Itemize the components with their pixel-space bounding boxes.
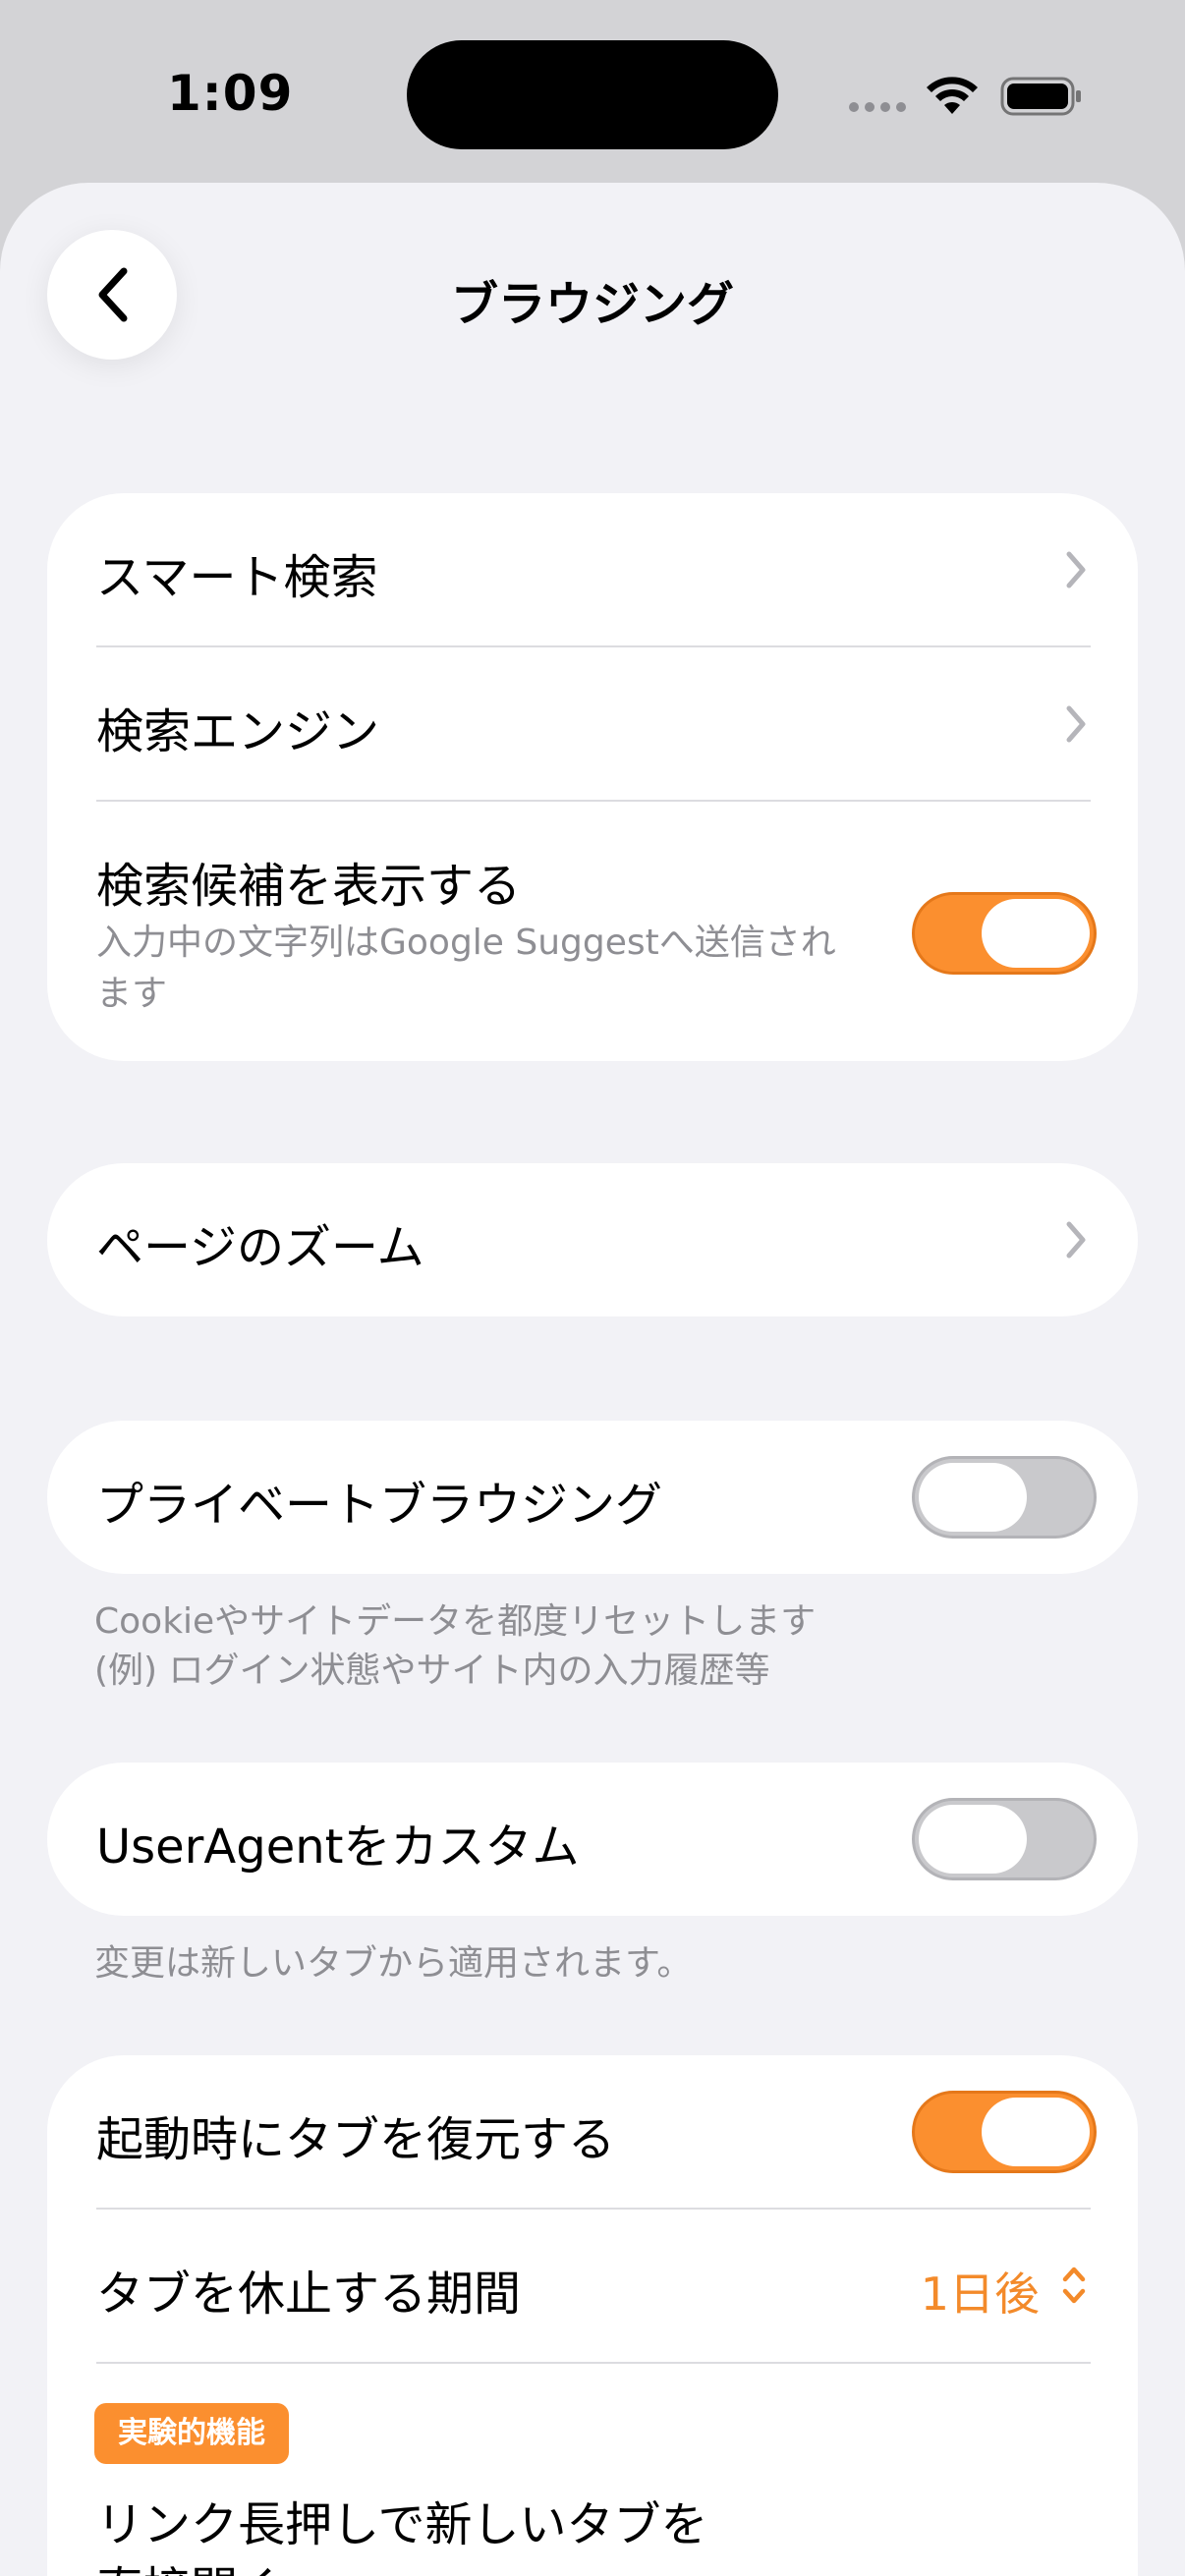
smart-search-label: スマート検索 [96,550,378,605]
sleep-period-row[interactable]: タブを休止する期間 1日後 [47,2210,1138,2363]
battery-icon [1000,77,1081,116]
show-suggestions-label: 検索候補を表示する [96,859,522,914]
restore-tabs-row: 起動時にタブを復元する [47,2055,1138,2209]
private-browsing-label: プライベートブラウジング [96,1478,663,1533]
settings-sheet: ブラウジング スマート検索 検索エンジン 検索候補を表示する 入力中の文字列はG… [0,183,1185,2576]
private-browsing-row: プライベートブラウジング [47,1421,1138,1574]
dynamic-island [407,40,778,149]
cellular-icon [849,102,908,116]
search-engine-row[interactable]: 検索エンジン [47,647,1138,801]
tabs-card: 起動時にタブを復元する タブを休止する期間 1日後 実験的機能 リンク長押しで新… [47,2055,1138,2576]
toggle-knob [919,1463,1027,1532]
private-browsing-toggle[interactable] [912,1456,1097,1539]
wifi-icon [927,77,978,114]
zoom-card: ページのズーム [47,1163,1138,1316]
sleep-period-value[interactable]: 1日後 [921,2259,1040,2324]
toggle-knob [919,1805,1027,1874]
toggle-knob [982,2098,1090,2166]
useragent-card: UserAgentをカスタム [47,1763,1138,1916]
useragent-toggle[interactable] [912,1798,1097,1880]
useragent-label: UserAgentをカスタム [96,1820,580,1875]
page-zoom-label: ページのズーム [96,1220,424,1275]
long-press-label-line1: リンク長押しで新しいタブを [96,2497,708,2552]
chevron-right-icon [1066,551,1086,588]
sleep-period-label: タブを休止する期間 [96,2267,522,2322]
chevron-right-icon [1066,1221,1086,1259]
restore-tabs-label: 起動時にタブを復元する [96,2112,616,2167]
smart-search-row[interactable]: スマート検索 [47,493,1138,646]
useragent-row: UserAgentをカスタム [47,1763,1138,1916]
private-browsing-footnote-2: (例) ログイン状態やサイト内の入力履歴等 [94,1651,770,1691]
show-suggestions-row: 検索候補を表示する 入力中の文字列はGoogle Suggestへ送信されます [47,802,1138,1061]
long-press-row: 実験的機能 リンク長押しで新しいタブを 直接開く [47,2364,1138,2576]
private-browsing-footnote-1: Cookieやサイトデータを都度リセットします [94,1601,817,1642]
page-zoom-row[interactable]: ページのズーム [47,1163,1138,1316]
chevron-right-icon [1066,705,1086,743]
page-title: ブラウジング [450,277,734,332]
status-time: 1:09 [167,65,294,122]
restore-tabs-toggle[interactable] [912,2091,1097,2173]
toggle-knob [982,899,1090,968]
chevron-up-down-icon [1062,2267,1086,2304]
search-engine-label: 検索エンジン [96,704,380,759]
experimental-badge: 実験的機能 [94,2403,289,2464]
search-settings-card: スマート検索 検索エンジン 検索候補を表示する 入力中の文字列はGoogle S… [47,493,1138,1061]
show-suggestions-toggle[interactable] [912,892,1097,975]
status-bar: 1:09 [0,0,1185,183]
show-suggestions-description: 入力中の文字列はGoogle Suggestへ送信されます [96,923,836,1014]
private-browsing-card: プライベートブラウジング [47,1421,1138,1574]
long-press-label-line2: 直接開く [96,2550,285,2576]
useragent-footnote: 変更は新しいタブから適用されます。 [94,1943,693,1984]
